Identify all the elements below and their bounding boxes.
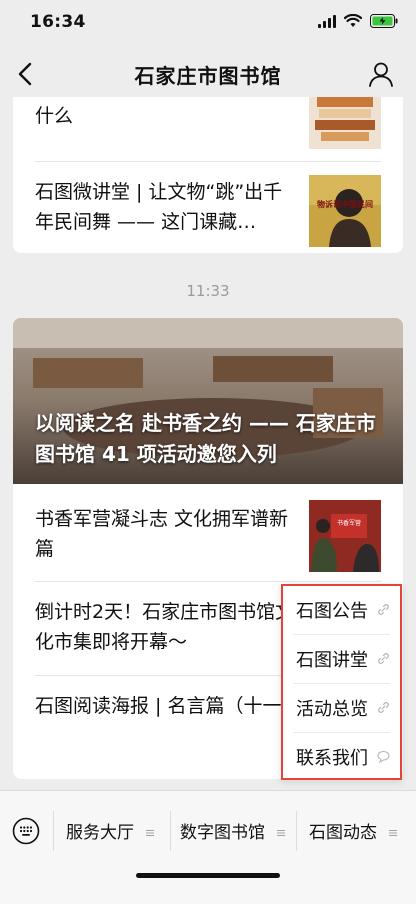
submenu-popup: 石图公告 石图讲堂 活动总览 联系我们 bbox=[281, 584, 402, 780]
menu-list-icon bbox=[146, 829, 155, 837]
article-item[interactable]: 书香军营凝斗志 文化拥军谱新篇 书香军营 bbox=[13, 484, 403, 581]
article-title: 倒计时2天！石家庄市图书馆文化市集即将开幕～ bbox=[35, 601, 295, 653]
link-icon bbox=[378, 702, 389, 713]
menu-list-icon bbox=[389, 829, 398, 837]
link-icon bbox=[378, 604, 389, 615]
menu-separator bbox=[53, 811, 54, 851]
status-icons bbox=[318, 14, 398, 28]
article-title: 书香军营凝斗志 文化拥军谱新篇 bbox=[35, 508, 289, 560]
link-icon bbox=[378, 653, 389, 664]
status-time: 16:34 bbox=[30, 12, 86, 32]
thumbnail-caption: 书香军营 bbox=[336, 520, 361, 527]
profile-icon[interactable] bbox=[368, 61, 394, 87]
home-indicator bbox=[136, 873, 280, 878]
menu-label: 石图动态 bbox=[309, 823, 377, 843]
keyboard-icon[interactable] bbox=[12, 817, 40, 845]
nav-bar: 石家庄市图书馆 bbox=[0, 48, 416, 100]
menu-service-hall[interactable]: 服务大厅 bbox=[66, 818, 155, 846]
menu-label: 服务大厅 bbox=[66, 823, 134, 843]
menu-library-news[interactable]: 石图动态 bbox=[309, 818, 398, 846]
wifi-icon bbox=[344, 14, 362, 28]
menu-label: 数字图书馆 bbox=[180, 823, 265, 843]
article-title: 什么 bbox=[35, 105, 74, 127]
hero-article[interactable]: 以阅读之名 赴书香之约 —— 石家庄市图书馆 41 项活动邀您入列 bbox=[13, 318, 403, 484]
article-title: 石图阅读海报 | 名言篇（十一） bbox=[35, 695, 301, 717]
battery-charging-icon bbox=[370, 14, 398, 28]
menu-list-icon bbox=[277, 829, 286, 837]
thumbnail-caption: 物诉说中国民间 bbox=[317, 200, 373, 209]
article-thumbnail: 物诉说中国民间 bbox=[309, 175, 381, 247]
article-title: 石图微讲堂 | 让文物“跳”出千年民间舞 —— 这门课藏… bbox=[35, 181, 283, 233]
menu-separator bbox=[170, 811, 171, 851]
menu-item-label: 活动总览 bbox=[296, 699, 368, 720]
article-item[interactable]: 什么 bbox=[13, 97, 403, 161]
article-item[interactable]: 石图微讲堂 | 让文物“跳”出千年民间舞 —— 这门课藏… 物诉说中国民间 bbox=[13, 161, 403, 253]
message-timestamp: 11:33 bbox=[186, 282, 230, 300]
article-thumbnail: 书香军营 bbox=[309, 500, 381, 572]
menu-item-announcements[interactable]: 石图公告 bbox=[283, 586, 400, 634]
menu-item-activities[interactable]: 活动总览 bbox=[283, 684, 400, 732]
article-card[interactable]: 什么 石图微讲堂 | 让文物“跳”出千年民间舞 —— 这门课藏… 物诉说中国民间 bbox=[13, 97, 403, 253]
menu-item-contact[interactable]: 联系我们 bbox=[283, 733, 400, 781]
hero-title: 以阅读之名 赴书香之约 —— 石家庄市图书馆 41 项活动邀您入列 bbox=[35, 411, 376, 466]
chat-bubble-icon bbox=[377, 750, 390, 763]
article-thumbnail bbox=[309, 97, 381, 149]
menu-item-label: 石图公告 bbox=[296, 601, 368, 622]
menu-item-lecture[interactable]: 石图讲堂 bbox=[283, 635, 400, 683]
menu-item-label: 石图讲堂 bbox=[296, 650, 368, 671]
cellular-signal-icon bbox=[318, 14, 336, 28]
menu-separator bbox=[296, 811, 297, 851]
status-bar: 16:34 bbox=[0, 0, 416, 48]
menu-item-label: 联系我们 bbox=[296, 748, 368, 769]
bottom-menu-bar: 服务大厅 数字图书馆 石图动态 bbox=[0, 790, 416, 904]
page-title: 石家庄市图书馆 bbox=[134, 64, 282, 88]
menu-digital-library[interactable]: 数字图书馆 bbox=[180, 818, 286, 846]
